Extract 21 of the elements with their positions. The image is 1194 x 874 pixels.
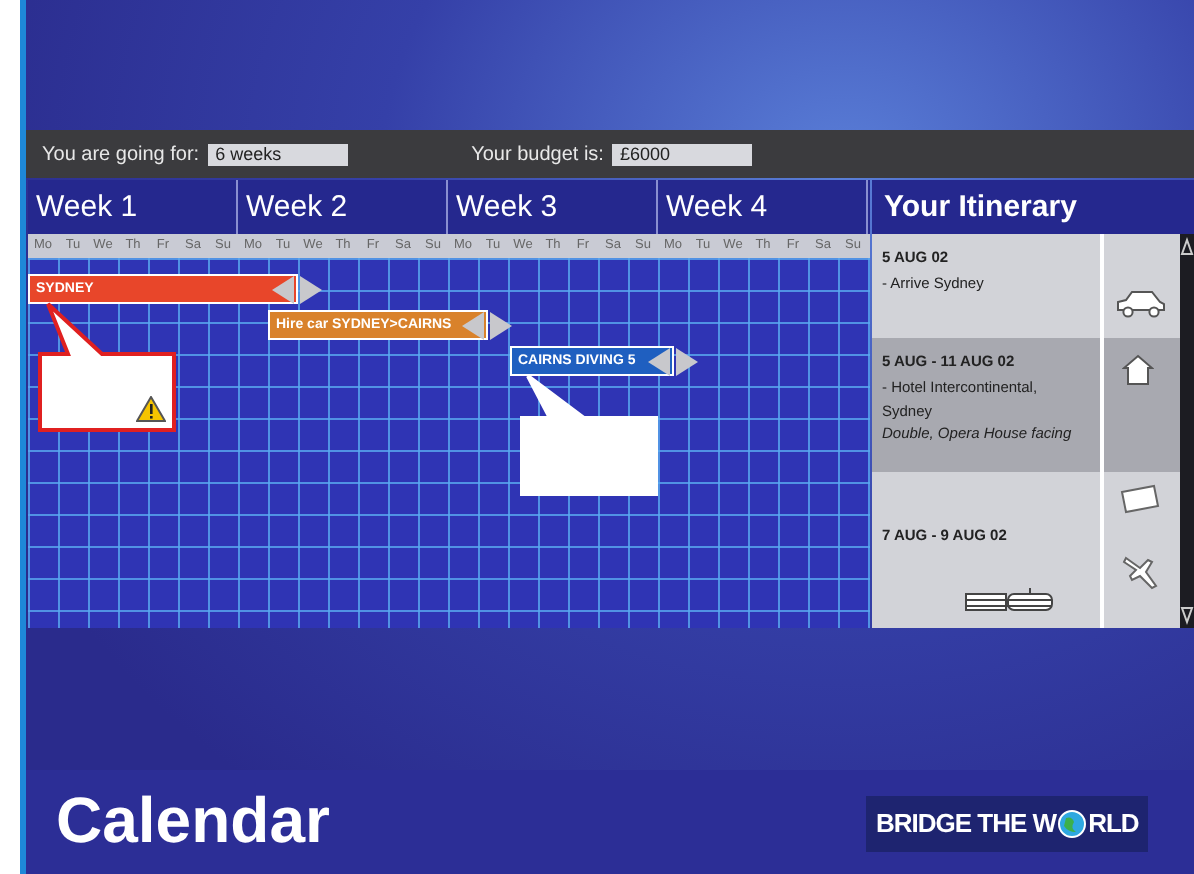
right-arrow-icon[interactable] [490,312,512,340]
left-arrow-icon[interactable] [648,348,670,376]
left-arrow-icon[interactable] [462,312,484,340]
right-arrow-icon[interactable] [676,348,698,376]
logo-text: BRIDGE THE W [876,806,1057,843]
ticket-icon [1120,484,1160,514]
house-icon [1122,354,1154,386]
plane-icon [1120,552,1160,592]
train-icon [964,588,1056,614]
field-label: Your budget is: [471,141,604,169]
scrollbar[interactable] [1180,234,1194,628]
right-arrow-icon[interactable] [300,276,322,304]
budget-field[interactable]: £6000 [611,143,752,165]
panel-title: Your Itinerary [872,180,1194,234]
field-label: You are going for: [42,141,200,169]
car-icon [1114,290,1166,318]
logo-text: RLD [1088,806,1139,843]
globe-icon [1058,810,1087,838]
left-arrow-icon[interactable] [272,276,294,304]
duration-field[interactable]: 6 weeks [207,143,348,165]
page-title: Calendar [56,782,330,860]
